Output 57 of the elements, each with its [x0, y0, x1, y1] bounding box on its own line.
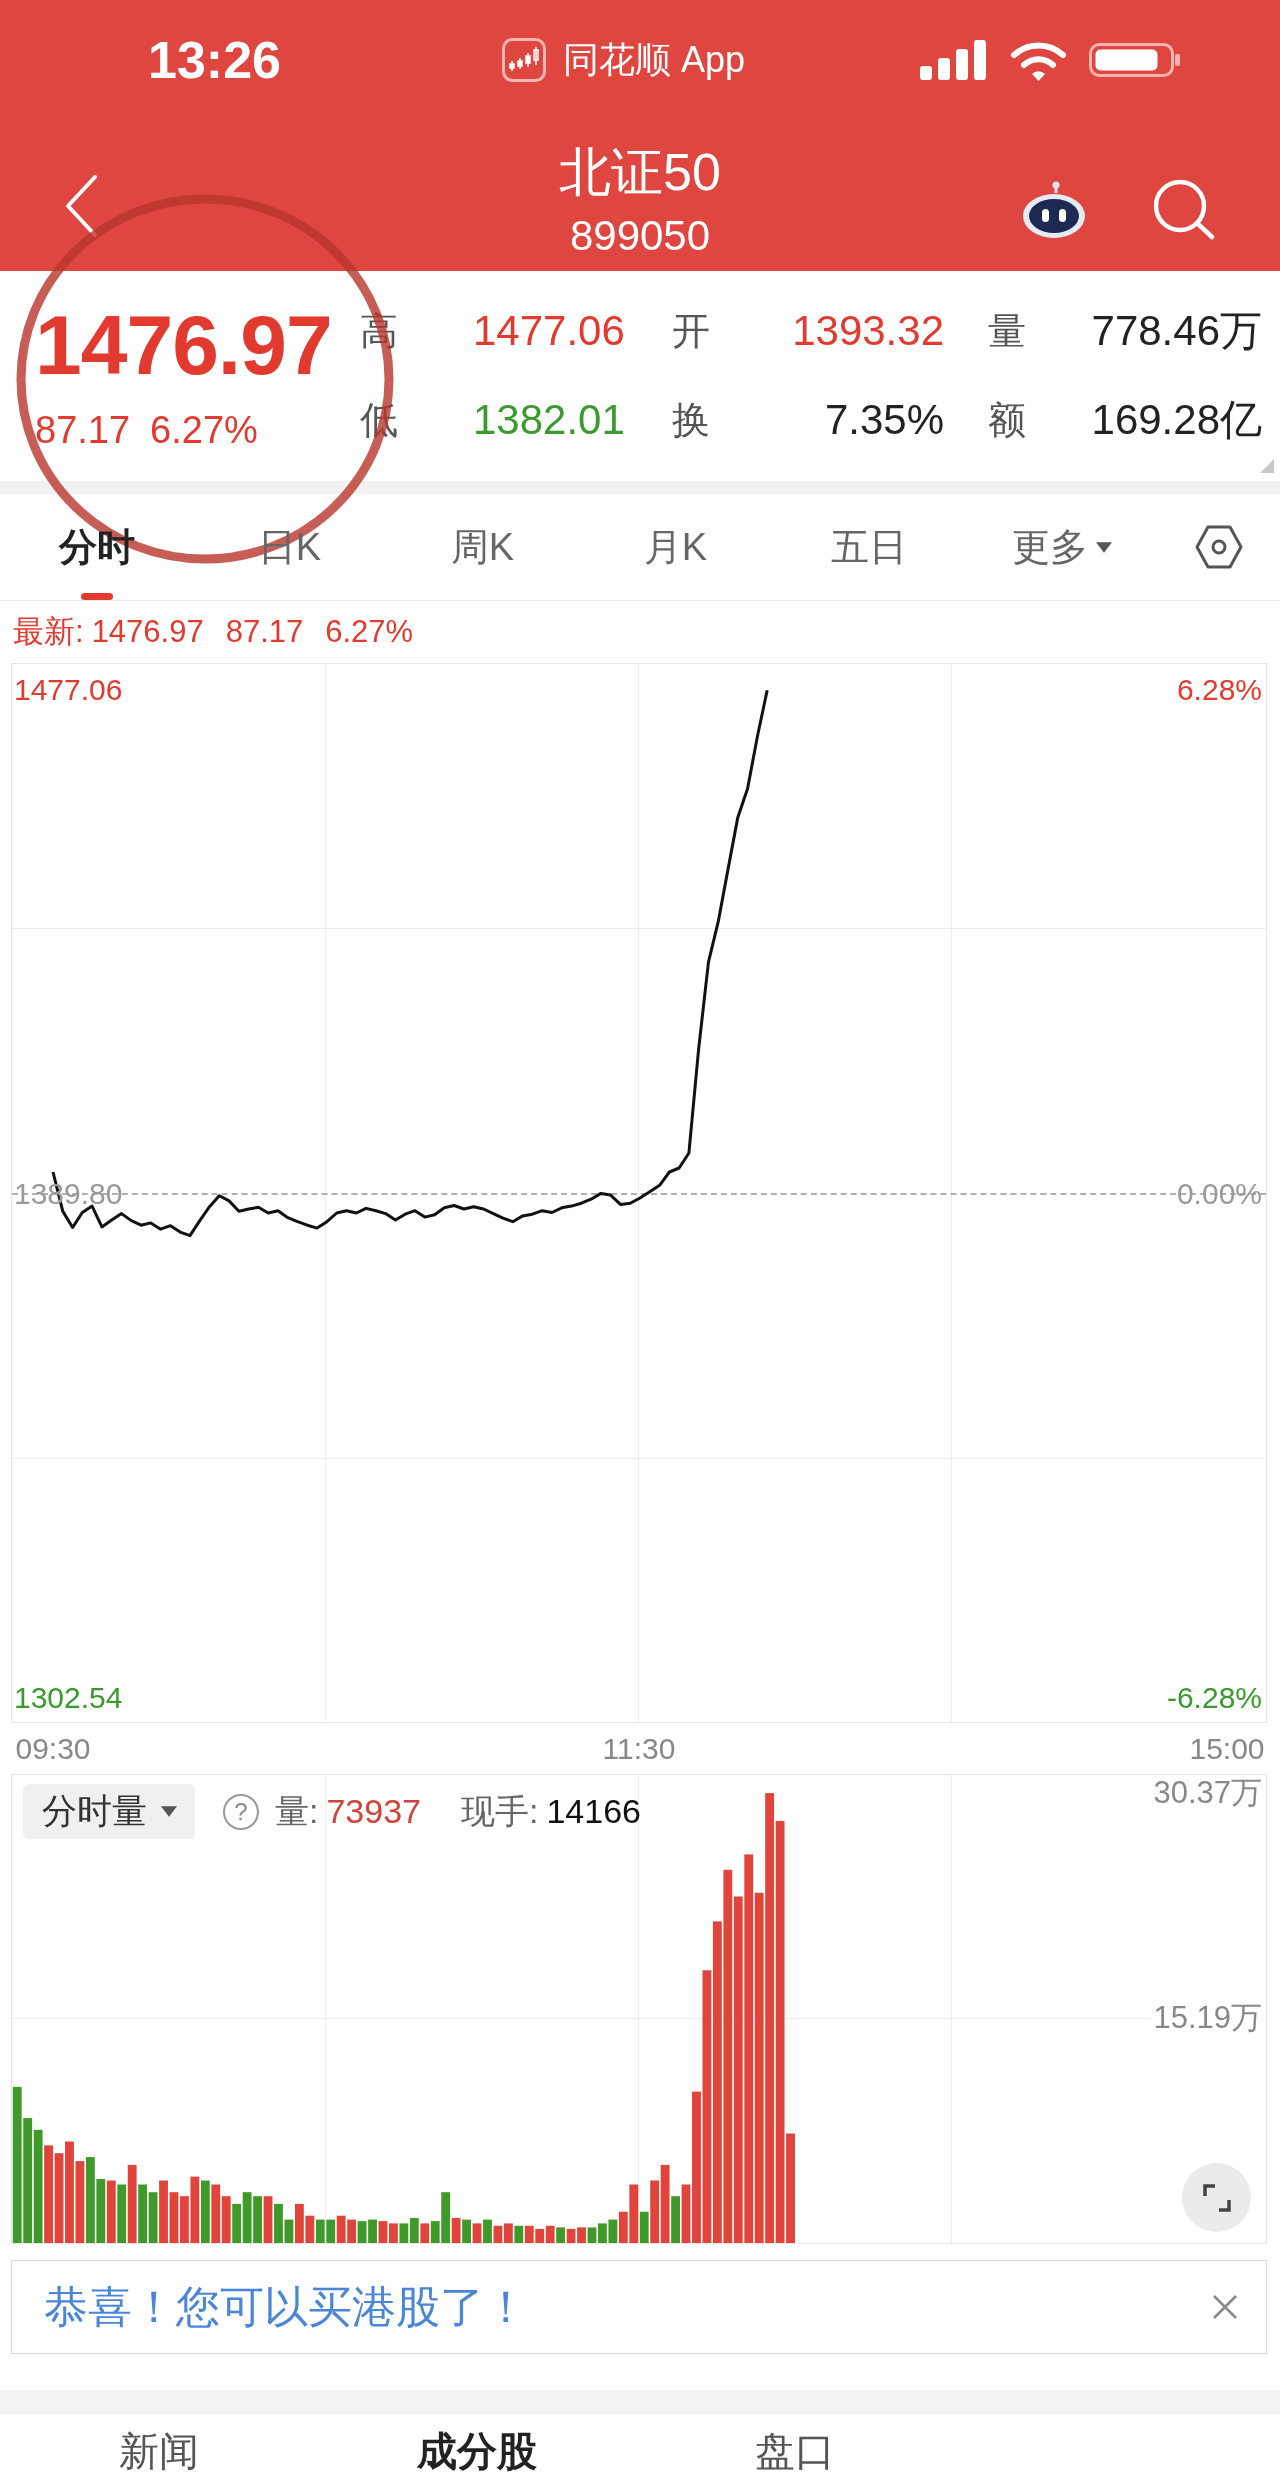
last-price: 1476.97: [35, 300, 333, 390]
settings-icon[interactable]: [1195, 525, 1243, 569]
search-icon[interactable]: [1152, 178, 1215, 240]
chart-tab[interactable]: 更多: [965, 494, 1158, 600]
chart-tab[interactable]: 分时: [0, 494, 193, 600]
caret-icon: [160, 1806, 177, 1817]
expand-icon: [1202, 2183, 1231, 2212]
chart-tab[interactable]: 五日: [772, 494, 965, 600]
hand-label: 现手:: [461, 1791, 539, 1832]
time-axis-label: 09:30: [14, 1731, 92, 1767]
back-to-app-label[interactable]: 同花顺 App: [563, 42, 746, 78]
stat-label: 换: [672, 398, 711, 443]
percent-axis-label: -6.28%: [1166, 1679, 1262, 1716]
notice-text[interactable]: 恭喜！您可以买港股了！: [44, 2285, 528, 2329]
robot-icon[interactable]: [1022, 181, 1086, 239]
stat-value: 1477.06: [473, 306, 626, 356]
time-axis-label: 15:00: [1188, 1731, 1266, 1767]
page-title: 北证50: [559, 142, 721, 202]
latest-label: 最新:: [13, 612, 84, 651]
chart-tab[interactable]: 周K: [386, 494, 579, 600]
stock-code: 899050: [569, 211, 711, 261]
time-axis-label: 11:30: [601, 1731, 677, 1767]
stat-value: 1393.32: [791, 306, 944, 356]
latest-price: 1476.97: [91, 612, 204, 651]
section-tab[interactable]: 盘口: [636, 2414, 954, 2474]
latest-percent: 6.27%: [325, 612, 414, 651]
percent-axis-label: 6.28%: [1176, 672, 1262, 708]
price-change: 87.17: [35, 408, 131, 452]
y-axis-label: 1477.06: [14, 672, 123, 708]
signal-icon: [920, 40, 986, 80]
hand-value: 14166: [546, 1791, 641, 1832]
chart-tab[interactable]: 月K: [579, 494, 772, 600]
stat-value: 1382.01: [473, 395, 626, 445]
stat-value: 7.35%: [823, 395, 944, 445]
stat-value: 778.46万: [1090, 306, 1262, 356]
volume-type-dropdown[interactable]: 分时量: [23, 1784, 195, 1839]
volume-value: 73937: [326, 1791, 421, 1832]
percent-axis-label: 0.00%: [1176, 1175, 1262, 1212]
volume-label: 量:: [275, 1791, 319, 1832]
section-tab[interactable]: 成分股: [318, 2414, 636, 2474]
corner-triangle-icon: [1260, 459, 1274, 473]
stat-label: 开: [672, 309, 711, 354]
section-tab[interactable]: 新闻: [0, 2414, 318, 2474]
y-axis-label: 1302.54: [14, 1679, 123, 1716]
stat-label: 额: [987, 398, 1027, 443]
candlestick-chart-icon[interactable]: [502, 38, 546, 82]
status-time: 13:26: [148, 34, 282, 86]
stat-label: 量: [987, 309, 1027, 354]
close-icon[interactable]: [1212, 2294, 1238, 2320]
stat-value: 169.28亿: [1090, 395, 1262, 445]
battery-icon: [1089, 43, 1180, 77]
help-button[interactable]: ?: [223, 1793, 259, 1830]
wifi-icon: [1010, 39, 1067, 81]
percent-change: 6.27%: [150, 408, 258, 452]
tab-indicator: [80, 593, 113, 600]
latest-change: 87.17: [225, 612, 304, 651]
caret-icon: [1095, 541, 1112, 553]
